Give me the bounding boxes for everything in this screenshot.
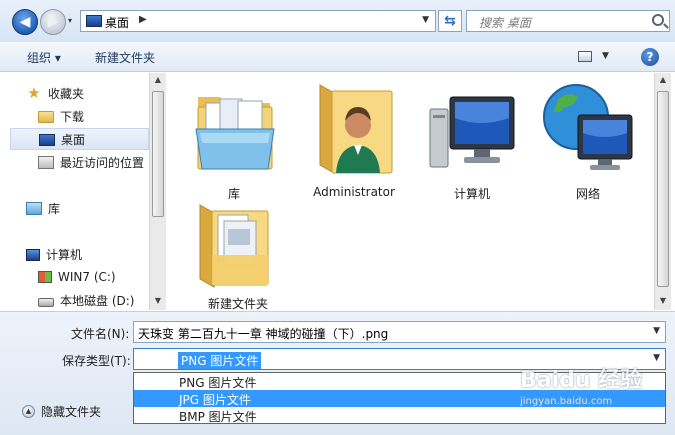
library-folder-icon [195,97,275,170]
sidebar-item-libraries[interactable]: 库 [26,197,166,219]
sidebar-item-label: 收藏夹 [48,86,85,101]
refresh-button[interactable]: ⇆ [438,10,462,32]
save-type-label: 保存类型(T): [62,354,131,368]
file-item-label: 新建文件夹 [207,297,268,311]
disk-icon [38,297,54,307]
scroll-down-icon[interactable]: ▼ [150,294,166,308]
filename-chevron-down-icon[interactable]: ▼ [653,326,660,336]
network-icon [543,84,633,170]
star-icon: ★ [27,84,41,102]
search-icon[interactable] [652,14,664,26]
scroll-thumb[interactable] [657,91,669,287]
back-button[interactable]: ◀ [12,9,38,35]
file-item-label: Administrator [313,185,395,199]
file-item-new-folder[interactable]: 新建文件夹 [188,197,288,311]
filename-value[interactable]: 天珠变 第二百九十一章 神域的碰撞（下）.png [138,325,388,342]
sidebar-item-label: 桌面 [61,132,86,147]
command-toolbar: 组织 ▾ 新建文件夹 ▼ ? [0,42,675,72]
breadcrumb-chevron-right-icon[interactable]: ▶ [139,14,147,25]
search-placeholder: 搜索 桌面 [479,16,531,30]
address-box[interactable]: 桌面 ▶ ▼ [80,10,436,32]
nav-scrollbar[interactable]: ▲ ▼ [149,73,166,310]
address-bar: ◀ ▶ ▾ 桌面 ▶ ▼ ⇆ 搜索 桌面 [0,0,675,42]
sidebar-item-label: 下载 [60,109,85,124]
sidebar-item-label: 本地磁盘 (D:) [60,293,135,308]
forward-button[interactable]: ▶ [40,9,66,35]
chevron-up-icon: ▲ [22,405,35,418]
recent-pages-chevron-down-icon[interactable]: ▾ [68,16,72,25]
option-label: BMP 图片文件 [179,410,257,424]
baidu-watermark: Baidu 经验 jingyan.baidu.com [520,362,670,414]
hide-folders-label: 隐藏文件夹 [41,405,102,419]
sidebar-item-label: 库 [48,201,61,216]
file-list: 库 Administrator 计算机 网络 新建文件夹 ▲ ▼ [168,73,673,311]
user-folder-icon [319,84,393,174]
sidebar-item-favorites[interactable]: ★ 收藏夹 [26,82,166,104]
folder-icon [199,204,269,288]
filename-field[interactable]: 天珠变 第二百九十一章 神域的碰撞（下）.png ▼ [133,321,666,343]
option-label: JPG 图片文件 [179,393,251,407]
desktop-icon [39,134,55,146]
sidebar-item-label: 最近访问的位置 [60,155,145,170]
search-input[interactable]: 搜索 桌面 [466,10,670,32]
navigation-pane: ★ 收藏夹 下载 桌面 最近访问的位置 库 计算机 WIN7 (C:) 本地磁盘… [10,73,166,310]
sidebar-item-label: 计算机 [46,247,83,262]
save-type-value: PNG 图片文件 [178,352,262,369]
scroll-up-icon[interactable]: ▲ [150,73,166,87]
folder-icon [38,111,54,123]
windows-drive-icon [38,271,52,283]
forward-arrow-icon: ▶ [47,14,59,30]
change-view-icon[interactable] [578,51,592,62]
sidebar-item-label: WIN7 (C:) [58,270,116,284]
address-history-chevron-down-icon[interactable]: ▼ [422,15,429,25]
computer-icon [429,96,515,168]
file-item-administrator[interactable]: Administrator [304,81,404,199]
back-arrow-icon: ◀ [19,14,31,30]
scroll-thumb[interactable] [152,91,164,217]
hide-folders-button[interactable]: ▲ 隐藏文件夹 [22,403,101,420]
option-label: PNG 图片文件 [179,376,257,390]
file-item-libraries[interactable]: 库 [184,81,284,201]
scroll-down-icon[interactable]: ▼ [655,294,671,308]
sidebar-item-computer[interactable]: 计算机 [26,243,166,265]
organize-button[interactable]: 组织 ▾ [27,49,61,66]
scroll-up-icon[interactable]: ▲ [655,73,671,87]
refresh-icon: ⇆ [444,13,456,29]
recent-places-icon [38,155,54,169]
content-scrollbar[interactable]: ▲ ▼ [654,73,671,310]
computer-icon [26,248,40,261]
file-item-network[interactable]: 网络 [538,81,638,201]
sidebar-item-desktop[interactable]: 桌面 [10,128,149,150]
file-item-label: 网络 [575,187,600,201]
library-icon [26,201,42,215]
new-folder-button[interactable]: 新建文件夹 [95,49,155,66]
watermark-url: jingyan.baidu.com [520,396,613,407]
filename-label: 文件名(N): [71,327,130,341]
address-location[interactable]: 桌面 [105,14,129,31]
desktop-icon [86,15,102,27]
help-icon[interactable]: ? [641,48,659,66]
file-item-computer[interactable]: 计算机 [422,81,522,201]
file-item-label: 计算机 [453,187,490,201]
watermark-text: Baidu 经验 [520,368,643,393]
view-options-chevron-down-icon[interactable]: ▼ [602,51,609,61]
